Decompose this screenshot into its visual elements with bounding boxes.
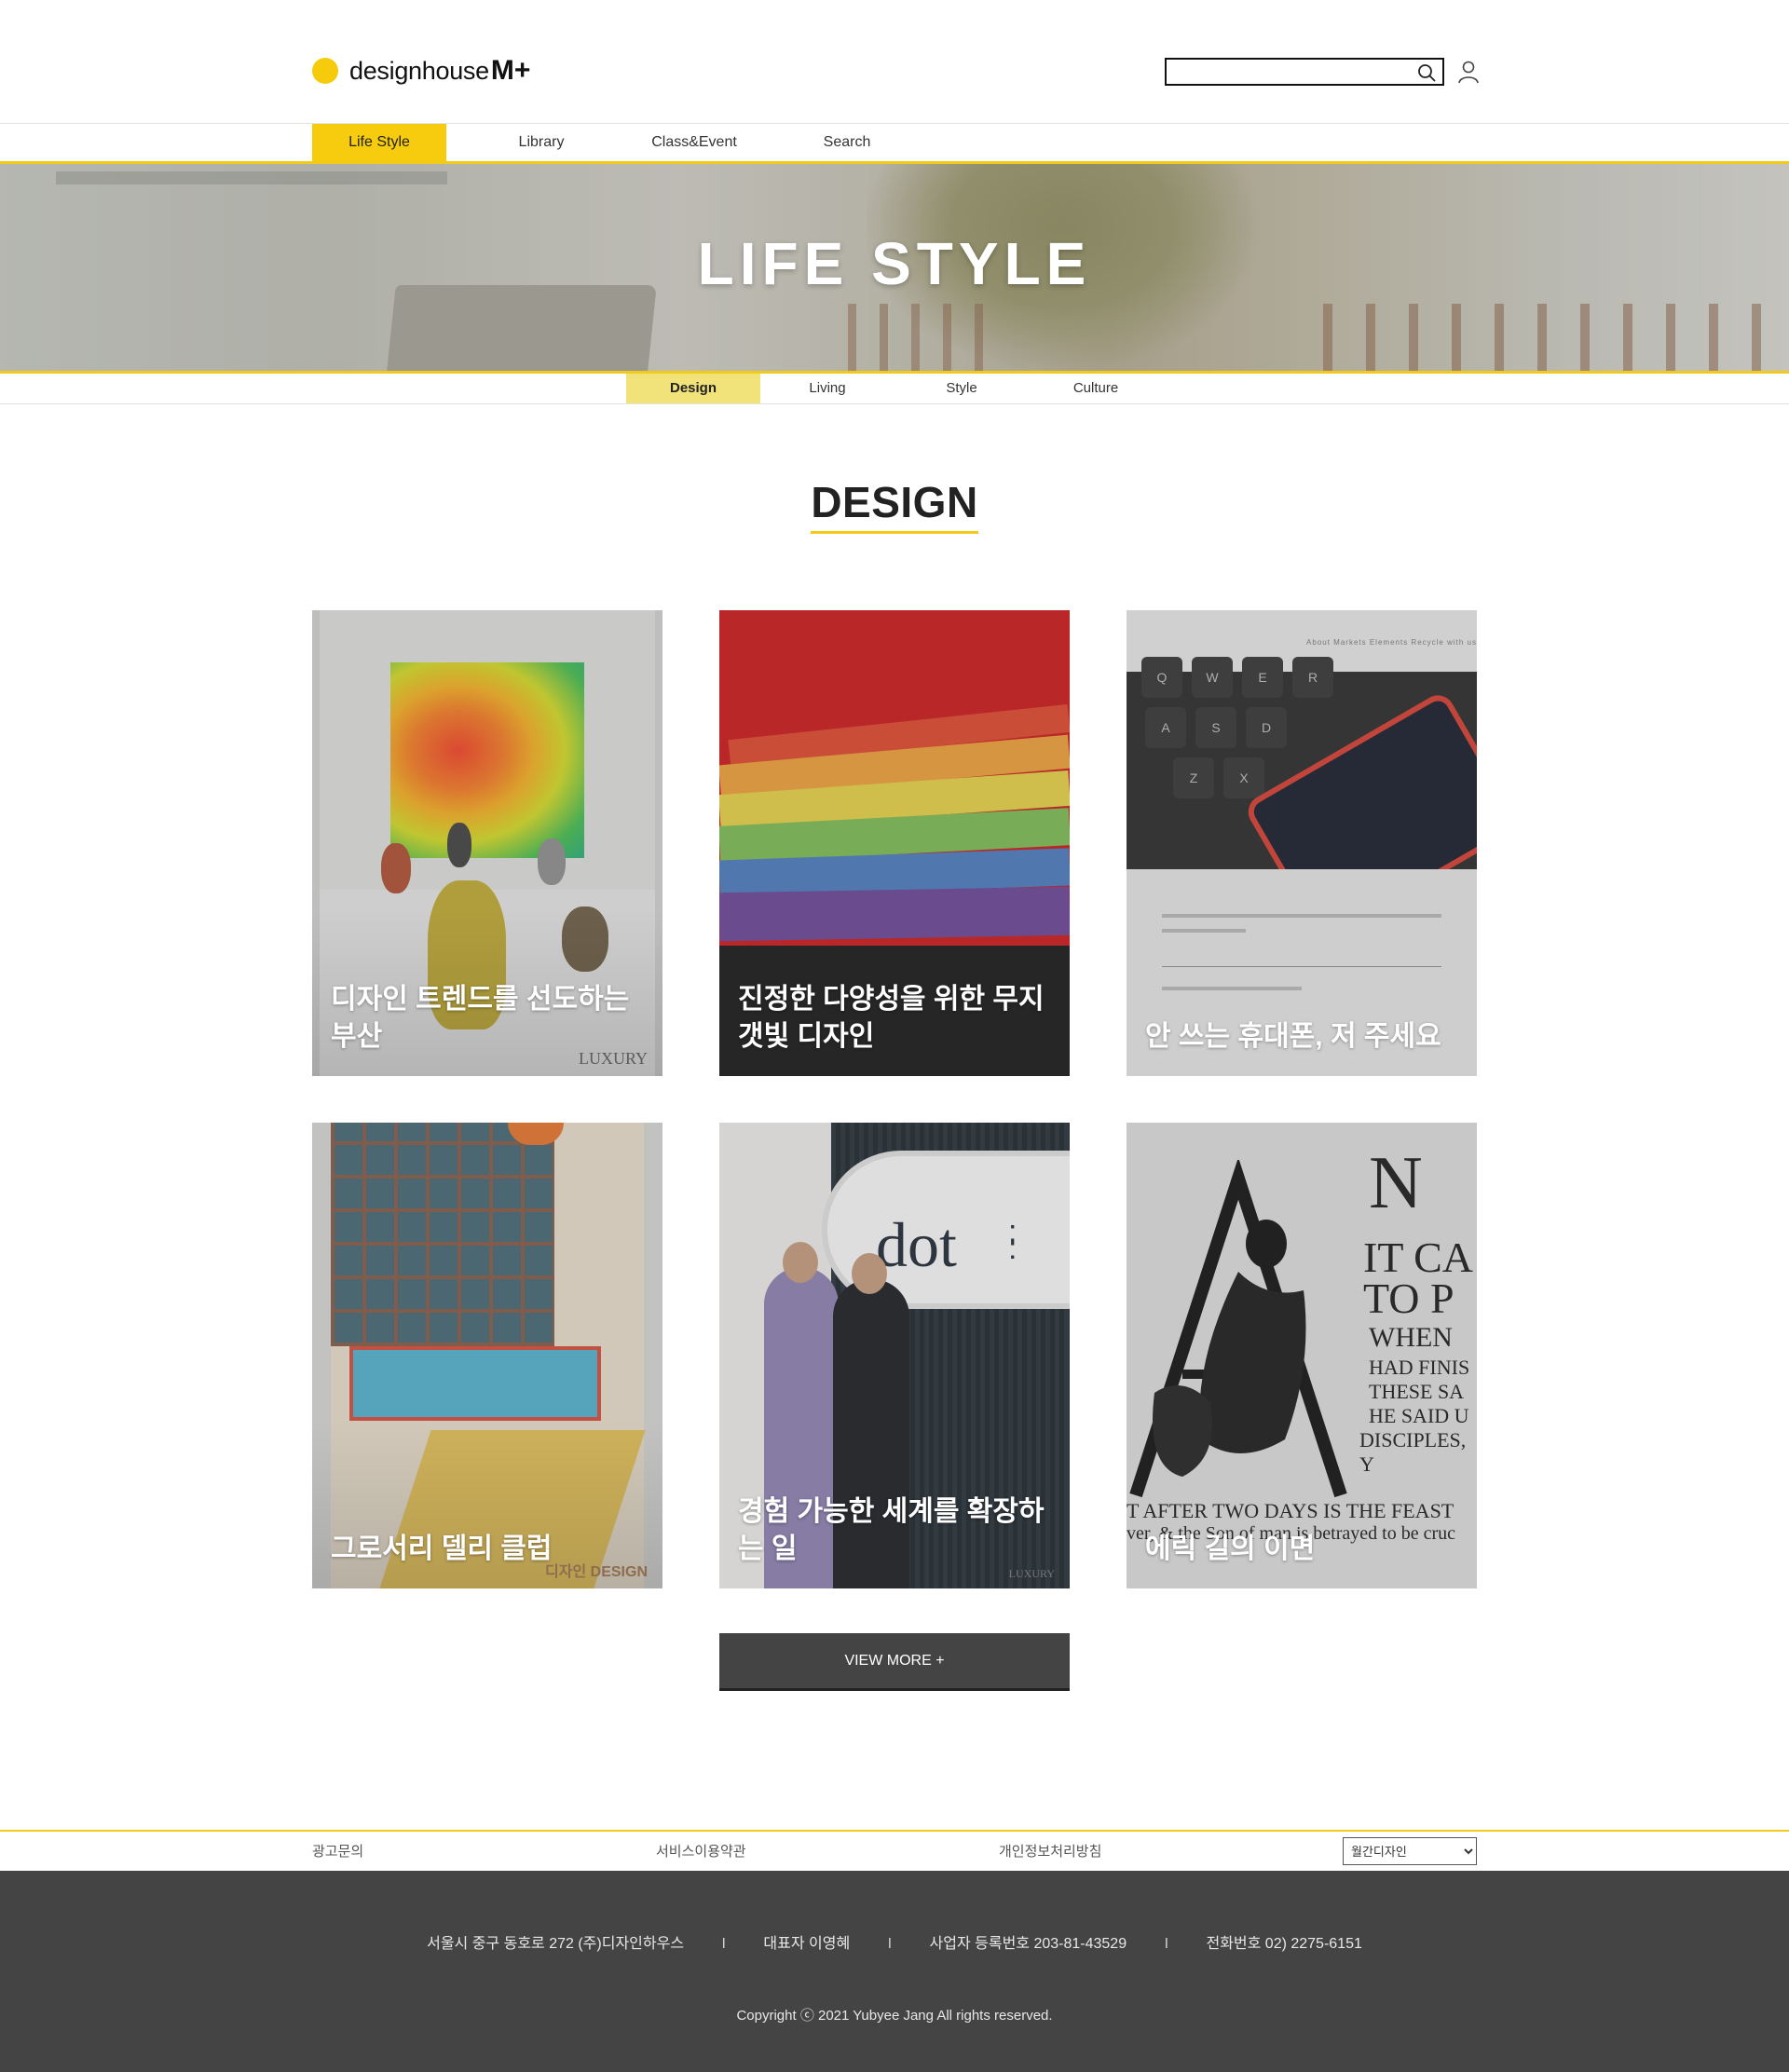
- site-header: designhouse M+: [0, 0, 1789, 124]
- footer-link-advertising[interactable]: 광고문의: [312, 1841, 363, 1861]
- section-heading: DESIGN: [0, 477, 1789, 534]
- article-card[interactable]: 디자인 DESIGN 그로서리 델리 클럽: [312, 1123, 662, 1588]
- company-address: 서울시 중구 동호로 272 (주)디자인하우스: [427, 1936, 685, 1952]
- article-card[interactable]: 진정한 다양성을 위한 무지갯빛 디자인: [719, 610, 1070, 1076]
- gnb-item-life-style[interactable]: Life Style: [312, 124, 446, 161]
- article-card[interactable]: N IT CA TO P WHEN HAD FINIS THESE SA HE …: [1127, 1123, 1477, 1588]
- logo-plus: M+: [490, 55, 531, 86]
- info-separator: I: [887, 1936, 893, 1952]
- company-phone: 전화번호 02) 2275-6151: [1206, 1936, 1362, 1952]
- subnav-item-style[interactable]: Style: [894, 374, 1029, 403]
- search-box: [1165, 58, 1444, 86]
- card-title: 그로서리 델리 클럽: [331, 1534, 553, 1564]
- card-title: 경험 가능한 세계를 확장하는 일: [738, 1496, 1045, 1564]
- info-separator: I: [721, 1936, 726, 1952]
- family-site-select[interactable]: 월간디자인: [1343, 1837, 1477, 1865]
- gnb-item-search[interactable]: Search: [771, 124, 923, 161]
- footer-links: 광고문의 서비스이용약관 개인정보처리방침: [0, 1832, 1789, 1871]
- article-card[interactable]: About Markets Elements Recycle with us Q…: [1127, 610, 1477, 1076]
- hero-banner: LIFE STYLE: [0, 164, 1789, 371]
- card-title: 안 쓰는 휴대폰, 저 주세요: [1145, 1021, 1441, 1052]
- company-ceo: 대표자 이영혜: [763, 1936, 851, 1952]
- subnav-item-culture[interactable]: Culture: [1029, 374, 1163, 403]
- card-title: 디자인 트렌드를 선도하는 부산: [331, 984, 630, 1052]
- info-separator: I: [1164, 1936, 1169, 1952]
- card-dim-overlay: [1127, 1123, 1477, 1588]
- article-card[interactable]: LUXURY 디자인 트렌드를 선도하는 부산: [312, 610, 662, 1076]
- section-title: DESIGN: [811, 477, 978, 534]
- card-title: 진정한 다양성을 위한 무지갯빛 디자인: [738, 984, 1045, 1052]
- category-subnav: Design Living Style Culture: [626, 374, 1163, 403]
- article-card[interactable]: dot :: LUXURY 경험 가능한 세계를 확장하는 일: [719, 1123, 1070, 1588]
- logo-dot-icon: [312, 58, 338, 84]
- subnav-item-design[interactable]: Design: [626, 374, 760, 403]
- hero-title: LIFE STYLE: [697, 230, 1092, 297]
- logo-text: designhouse: [349, 56, 489, 85]
- footer-link-privacy[interactable]: 개인정보처리방침: [999, 1841, 1101, 1861]
- search-icon[interactable]: [1416, 62, 1437, 83]
- company-registration: 사업자 등록번호 203-81-43529: [929, 1936, 1127, 1952]
- card-title: 에릭 길의 이면: [1145, 1534, 1316, 1564]
- site-logo[interactable]: designhouse M+: [312, 52, 530, 89]
- footer-link-terms[interactable]: 서비스이용약관: [656, 1841, 746, 1861]
- user-icon[interactable]: [1457, 60, 1480, 84]
- search-input[interactable]: [1167, 60, 1404, 84]
- gnb-item-library[interactable]: Library: [465, 124, 618, 161]
- company-info: 서울시 중구 동호로 272 (주)디자인하우스 I 대표자 이영혜 I 사업자…: [0, 1930, 1789, 1953]
- footer-main: 서울시 중구 동호로 272 (주)디자인하우스 I 대표자 이영혜 I 사업자…: [0, 1871, 1789, 2072]
- copyright: Copyright ⓒ 2021 Yubyee Jang All rights …: [736, 2008, 1053, 2024]
- gnb-item-class-event[interactable]: Class&Event: [618, 124, 771, 161]
- card-dim-overlay: [1127, 610, 1477, 1076]
- subnav-divider: [0, 403, 1789, 404]
- subnav-item-living[interactable]: Living: [760, 374, 894, 403]
- global-nav: Life Style Library Class&Event Search: [312, 124, 923, 161]
- view-more-button[interactable]: VIEW MORE +: [719, 1633, 1070, 1691]
- card-watermark: LUXURY: [1008, 1567, 1055, 1580]
